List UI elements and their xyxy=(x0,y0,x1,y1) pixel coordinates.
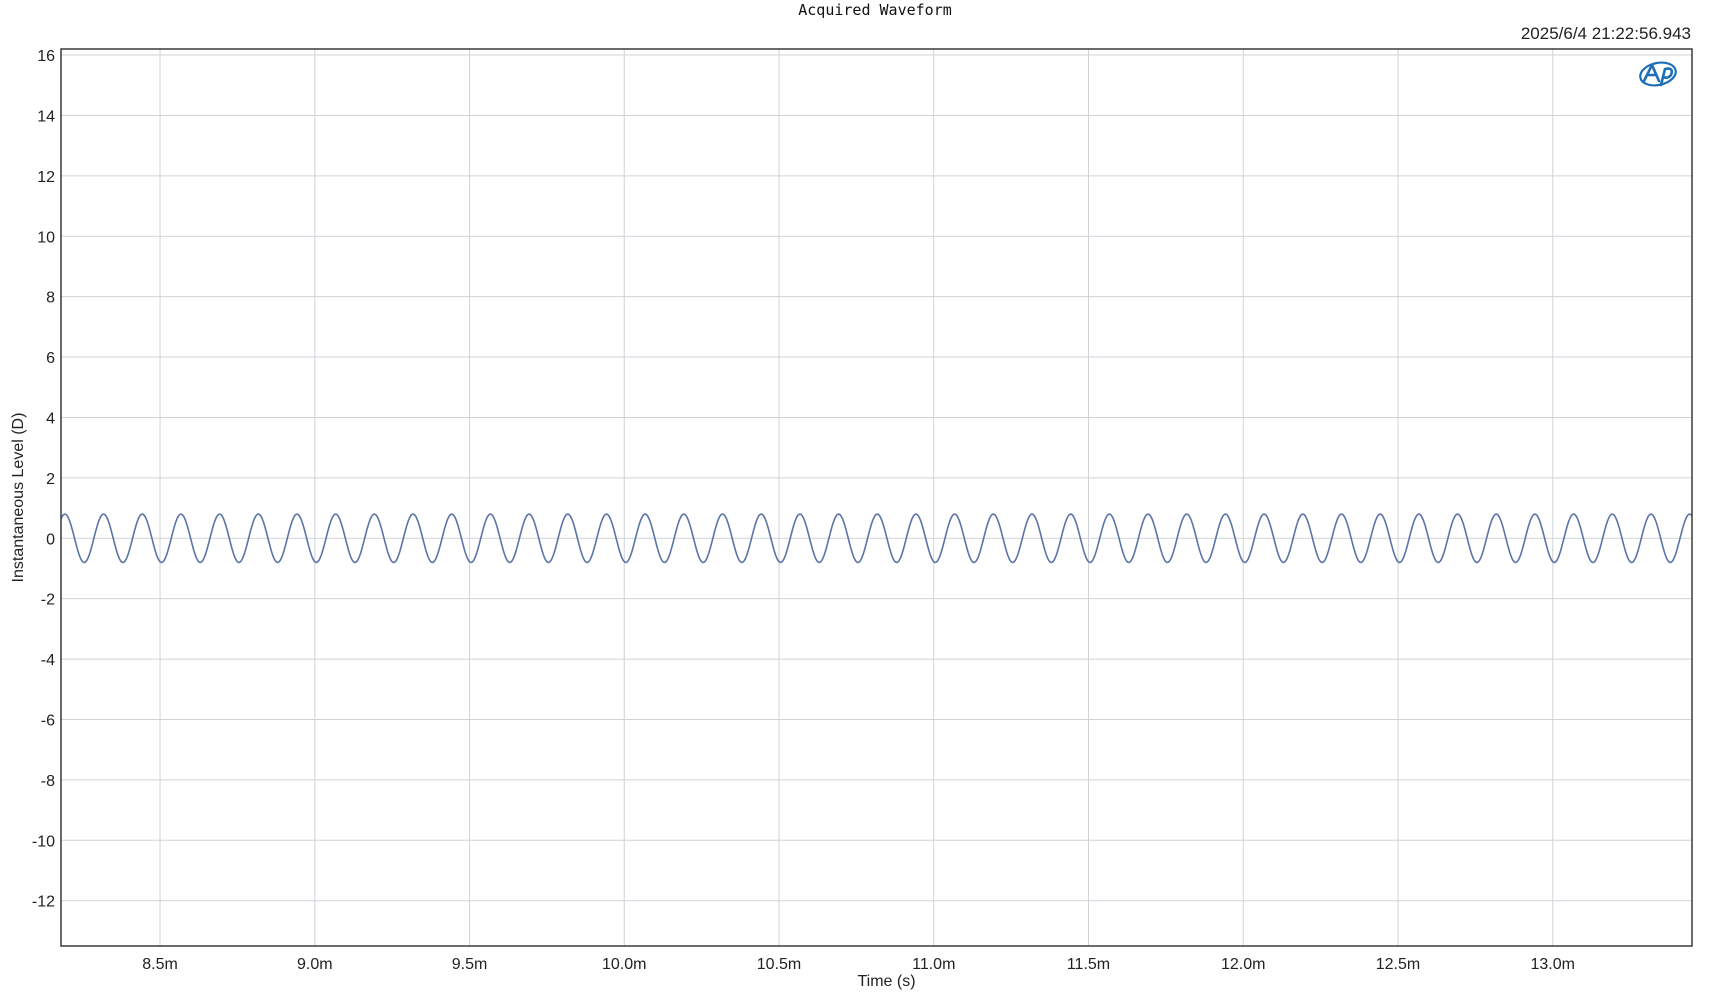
x-tick-label: 12.5m xyxy=(1376,956,1420,973)
x-tick-label: 9.0m xyxy=(297,956,333,973)
x-tick-label: 12.0m xyxy=(1221,956,1265,973)
grid-layer xyxy=(61,49,1692,946)
x-tick-label: 10.5m xyxy=(757,956,801,973)
y-tick-label: -2 xyxy=(41,592,55,609)
y-tick-label: -4 xyxy=(41,652,55,669)
y-tick-label: -12 xyxy=(32,894,55,911)
y-tick-label: 12 xyxy=(37,169,55,186)
x-tick-label: 8.5m xyxy=(142,956,178,973)
chart-canvas: 16 14 12 10 8 6 4 2 0 -2 -4 -6 -8 -10 -12 8.5m 9.0m 9.5m 1… xyxy=(10,48,1693,990)
x-tick-label: 13.0m xyxy=(1530,956,1574,973)
y-tick-label: 16 xyxy=(37,48,55,65)
x-tick-label: 10.0m xyxy=(602,956,646,973)
tick-layer: 16 14 12 10 8 6 4 2 0 -2 -4 -6 -8 -10 -12 8.5m 9.0m 9.5m 1… xyxy=(32,48,1575,973)
x-tick-label: 11.0m xyxy=(912,956,955,973)
x-axis-label: Time (s) xyxy=(857,973,915,990)
y-tick-label: 6 xyxy=(46,350,55,367)
y-tick-label: -8 xyxy=(41,773,55,790)
x-tick-label: 9.5m xyxy=(452,956,488,973)
x-tick-label: 11.5m xyxy=(1067,956,1110,973)
y-tick-label: -10 xyxy=(32,833,55,850)
y-axis-label: Instantaneous Level (D) xyxy=(10,413,27,583)
y-tick-label: 10 xyxy=(37,229,55,246)
y-tick-label: 2 xyxy=(46,471,55,488)
y-tick-label: 4 xyxy=(46,410,55,427)
y-tick-label: 0 xyxy=(46,531,55,548)
y-tick-label: 8 xyxy=(46,290,55,307)
y-tick-label: -6 xyxy=(41,712,55,729)
y-tick-label: 14 xyxy=(37,108,55,125)
plot-frame xyxy=(60,48,1693,947)
ap-logo-icon xyxy=(1639,61,1677,87)
